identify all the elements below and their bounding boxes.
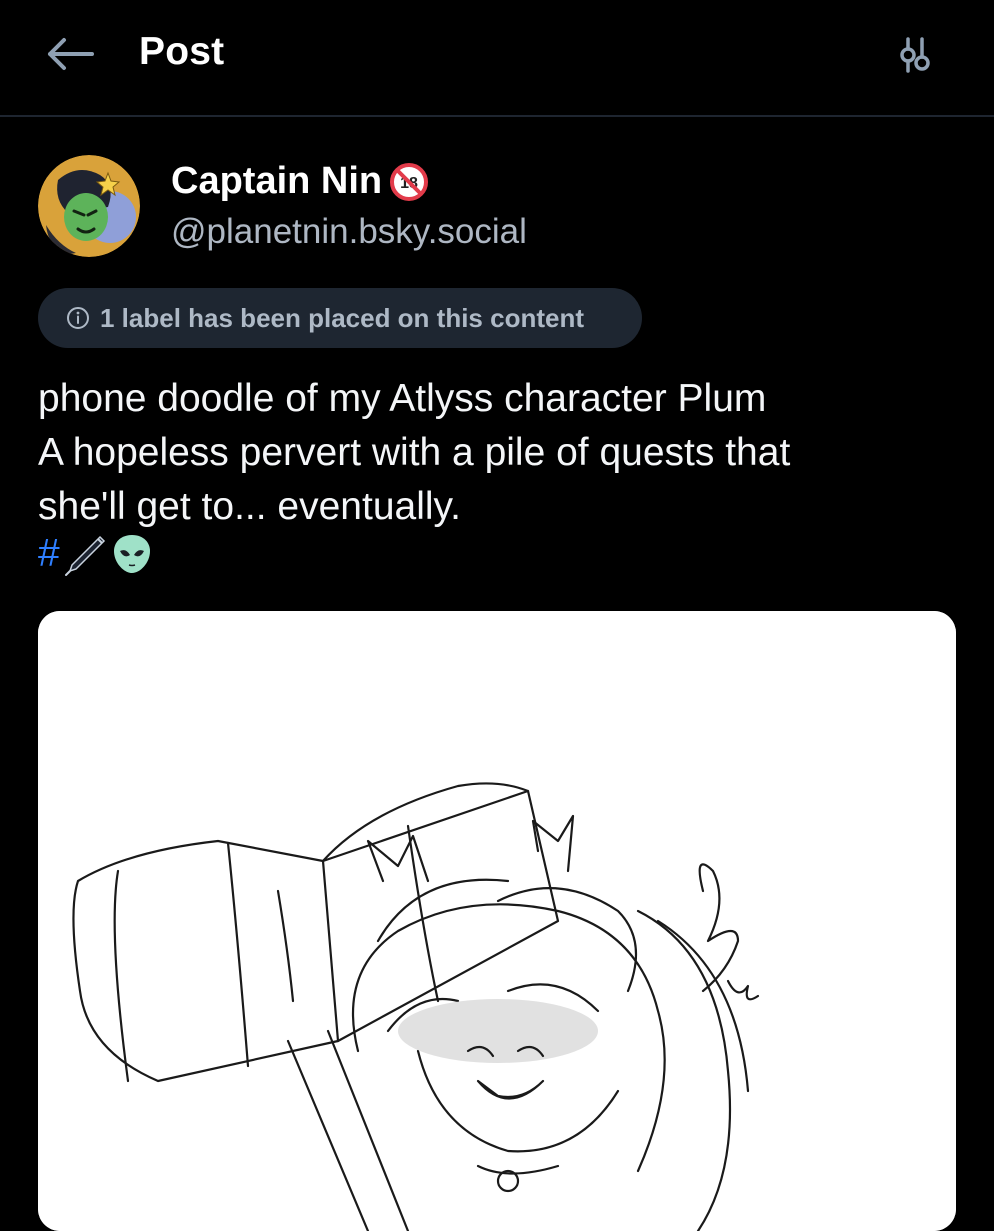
author-display-name[interactable]: Captain Nin 18 xyxy=(171,160,429,203)
hashtag-link[interactable]: # xyxy=(38,528,154,580)
thread-settings-button[interactable] xyxy=(890,30,940,80)
no-under-18-icon: 18 xyxy=(390,162,429,201)
alien-icon xyxy=(113,535,150,573)
author-avatar[interactable] xyxy=(38,155,140,257)
back-button[interactable] xyxy=(44,32,96,76)
content-label-notice[interactable]: 1 label has been placed on this content xyxy=(38,288,642,348)
doodle-image xyxy=(38,611,956,1231)
post-text-line: phone doodle of my Atlyss character Plum xyxy=(38,377,767,420)
info-circle-icon xyxy=(67,307,89,329)
author-handle[interactable]: @planetnin.bsky.social xyxy=(171,212,527,252)
hashtag-symbol: # xyxy=(38,532,60,575)
sliders-icon xyxy=(900,37,930,73)
label-notice-text: 1 label has been placed on this content xyxy=(100,302,584,333)
pen-icon xyxy=(64,535,105,576)
post-text-line: she'll get to... eventually. xyxy=(38,485,461,528)
page-title: Post xyxy=(139,30,225,73)
avatar-image xyxy=(38,155,140,257)
post-body: phone doodle of my Atlyss character Plum… xyxy=(38,372,958,534)
display-name-text: Captain Nin xyxy=(171,160,383,202)
post-image[interactable] xyxy=(38,611,956,1231)
post-text-line: A hopeless pervert with a pile of quests… xyxy=(38,431,791,474)
arrow-left-icon xyxy=(48,38,94,70)
top-bar: Post xyxy=(0,0,994,117)
